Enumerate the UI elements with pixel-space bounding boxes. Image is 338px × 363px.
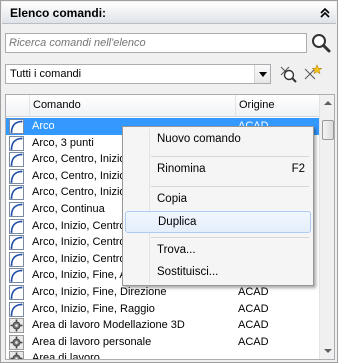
command-origin: ACAD bbox=[238, 285, 269, 298]
command-list-panel: Elenco comandi: Tutti i comandi C bbox=[0, 0, 338, 363]
scroll-down-arrow-icon[interactable] bbox=[320, 343, 334, 359]
list-item[interactable]: Area di lavoro ... bbox=[6, 350, 319, 360]
list-item[interactable]: Area di lavoro Modellazione 3D ACAD bbox=[6, 317, 319, 334]
menu-item-label: Sostituisci... bbox=[157, 266, 219, 278]
search-box[interactable] bbox=[5, 33, 307, 53]
gear-icon bbox=[9, 351, 24, 359]
magnifier-icon bbox=[312, 34, 331, 53]
scroll-thumb[interactable] bbox=[322, 120, 334, 140]
command-origin: ACAD bbox=[238, 302, 269, 315]
panel-titlebar: Elenco comandi: bbox=[2, 2, 336, 24]
command-name: Arco, Centro, Inizio bbox=[32, 153, 126, 166]
command-origin: ACAD bbox=[238, 319, 269, 332]
menu-item-find[interactable]: Trova... bbox=[125, 240, 311, 262]
menu-item-label: Rinomina bbox=[157, 163, 206, 175]
gear-icon bbox=[9, 318, 24, 334]
command-name: Area di lavoro ... bbox=[32, 352, 113, 360]
arc-icon bbox=[9, 135, 24, 151]
list-item[interactable]: Area di lavoro personale ACAD bbox=[6, 334, 319, 351]
search-button[interactable] bbox=[309, 31, 333, 55]
arc-icon bbox=[9, 201, 24, 217]
panel-title: Elenco comandi: bbox=[10, 6, 107, 20]
context-menu: Nuovo comando Rinomina F2 Copia Duplica … bbox=[122, 126, 314, 286]
double-chevron-up-icon[interactable] bbox=[318, 6, 332, 20]
list-header: Comando Origine bbox=[6, 95, 319, 117]
menu-item-shortcut: F2 bbox=[291, 163, 305, 175]
menu-item-label: Copia bbox=[157, 193, 188, 205]
scroll-up-arrow-icon[interactable] bbox=[320, 95, 334, 111]
command-name: Arco, Continua bbox=[32, 202, 105, 215]
find-command-icon[interactable] bbox=[277, 63, 299, 85]
command-origin: ACAD bbox=[238, 335, 269, 348]
menu-separator bbox=[151, 156, 309, 157]
command-name: Arco bbox=[32, 120, 55, 132]
command-name: Arco, Inizio, Centro bbox=[32, 252, 126, 265]
command-filter-dropdown[interactable]: Tutti i comandi bbox=[5, 64, 271, 84]
arc-icon bbox=[9, 152, 24, 168]
command-name: Arco, Inizio, Centro bbox=[32, 236, 126, 249]
command-name: Area di lavoro personale bbox=[32, 335, 152, 348]
menu-separator bbox=[151, 237, 309, 238]
chevron-down-icon[interactable] bbox=[254, 65, 270, 83]
header-icon-column[interactable] bbox=[6, 95, 30, 117]
command-name: Arco, 3 punti bbox=[32, 136, 94, 149]
list-item[interactable]: Arco, Inizio, Fine, Direzione ACAD bbox=[6, 284, 319, 301]
arc-icon bbox=[9, 284, 24, 300]
command-name: Arco, Inizio, Centro bbox=[32, 219, 126, 232]
header-origin[interactable]: Origine bbox=[237, 95, 319, 117]
menu-item-duplicate[interactable]: Duplica bbox=[125, 211, 311, 233]
arc-icon bbox=[9, 218, 24, 234]
arc-icon bbox=[9, 168, 24, 184]
vertical-scrollbar[interactable] bbox=[319, 95, 334, 359]
menu-item-label: Nuovo comando bbox=[157, 133, 241, 145]
filter-selected-value: Tutti i comandi bbox=[10, 68, 82, 80]
menu-item-new-command[interactable]: Nuovo comando bbox=[125, 129, 311, 151]
new-command-icon[interactable] bbox=[301, 63, 323, 85]
command-name: Arco, Centro, Inizio bbox=[32, 169, 126, 182]
header-command[interactable]: Comando bbox=[31, 95, 236, 117]
menu-separator bbox=[151, 186, 309, 187]
command-name: Arco, Inizio, Fine, A bbox=[32, 269, 127, 282]
menu-item-copy[interactable]: Copia bbox=[125, 189, 311, 211]
arc-icon bbox=[9, 251, 24, 267]
arc-icon bbox=[9, 185, 24, 201]
command-name: Area di lavoro Modellazione 3D bbox=[32, 319, 185, 332]
arc-icon bbox=[9, 301, 24, 317]
gear-icon bbox=[9, 334, 24, 350]
menu-item-label: Duplica bbox=[158, 216, 197, 228]
menu-item-replace[interactable]: Sostituisci... bbox=[125, 262, 311, 284]
menu-item-label: Trova... bbox=[157, 244, 196, 256]
arc-icon bbox=[9, 268, 24, 284]
command-name: Arco, Centro, Inizio bbox=[32, 186, 126, 199]
menu-item-rename[interactable]: Rinomina F2 bbox=[125, 159, 311, 181]
command-name: Arco, Inizio, Fine, Raggio bbox=[32, 302, 155, 315]
command-name: Arco, Inizio, Fine, Direzione bbox=[32, 285, 167, 298]
search-input[interactable] bbox=[6, 34, 306, 52]
arc-icon bbox=[9, 119, 24, 134]
list-item[interactable]: Arco, Inizio, Fine, Raggio ACAD bbox=[6, 301, 319, 318]
arc-icon bbox=[9, 235, 24, 251]
